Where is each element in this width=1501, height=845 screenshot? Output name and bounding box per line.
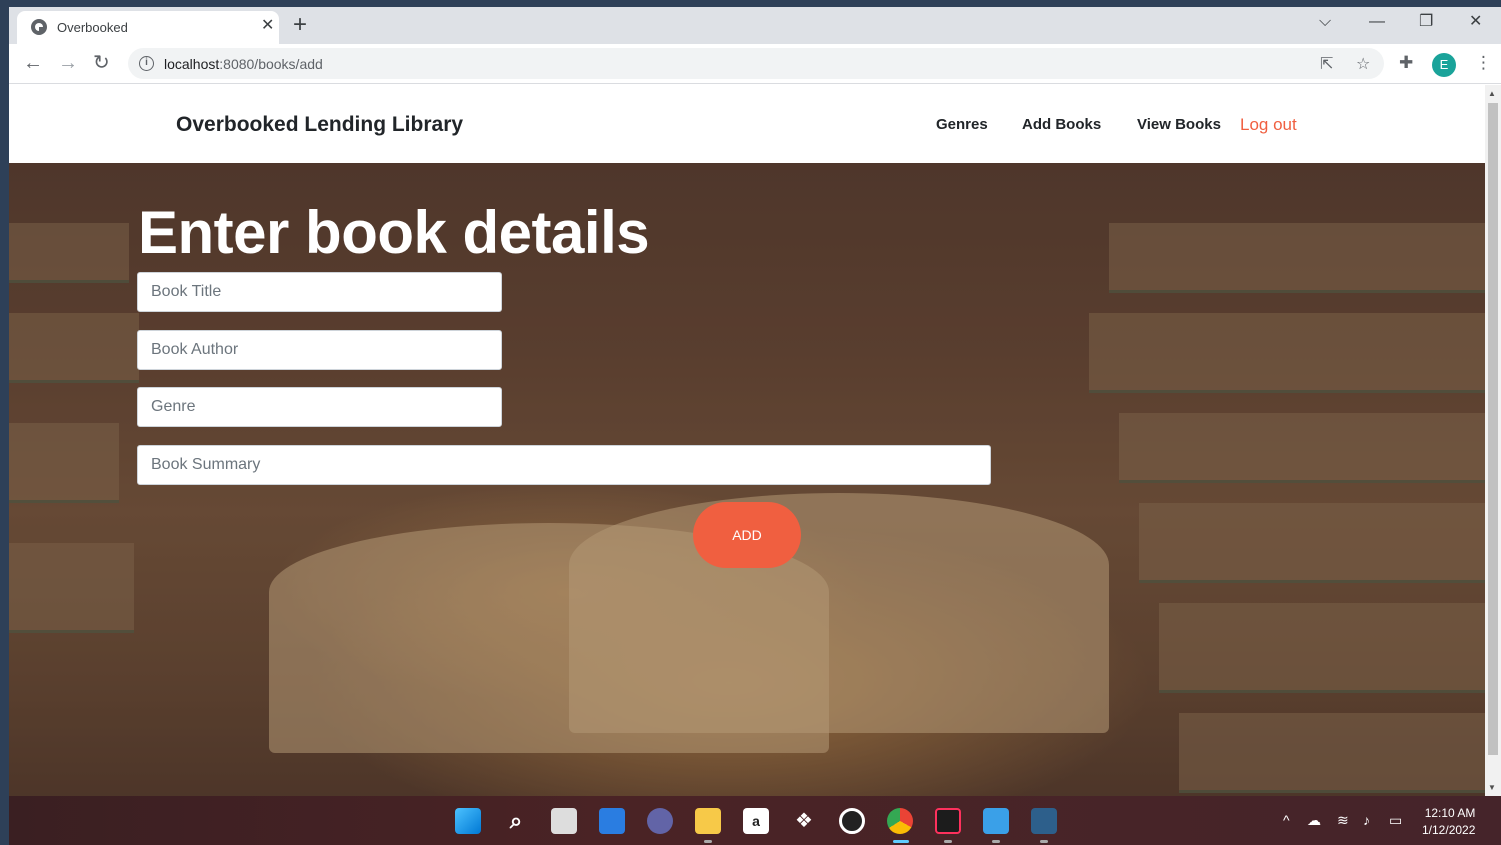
file-explorer-icon[interactable] bbox=[695, 808, 721, 834]
book-summary-input[interactable] bbox=[137, 445, 991, 485]
share-icon[interactable]: ⇱ bbox=[1320, 54, 1333, 74]
web-page: Overbooked Lending Library Genres Add Bo… bbox=[9, 85, 1485, 796]
search-icon[interactable]: ⌕ bbox=[503, 808, 529, 834]
tab-title: Overbooked bbox=[57, 20, 128, 35]
taskbar-indicator bbox=[1040, 840, 1048, 843]
cloud-icon[interactable]: ☁ bbox=[1307, 812, 1321, 829]
taskbar-indicator bbox=[704, 840, 712, 843]
widgets-icon[interactable] bbox=[599, 808, 625, 834]
globe-icon bbox=[31, 19, 47, 35]
intellij-icon[interactable] bbox=[935, 808, 961, 834]
book-title-input[interactable] bbox=[137, 272, 502, 312]
profile-avatar[interactable]: E bbox=[1432, 53, 1456, 77]
nav-link-genres[interactable]: Genres bbox=[936, 116, 988, 133]
start-windows-icon[interactable] bbox=[455, 808, 481, 834]
amazon-icon[interactable]: a bbox=[743, 808, 769, 834]
site-brand[interactable]: Overbooked Lending Library bbox=[176, 113, 463, 137]
url-text: localhost:8080/books/add bbox=[164, 56, 323, 72]
database-tool-icon[interactable] bbox=[1031, 808, 1057, 834]
reload-icon[interactable]: ↻ bbox=[93, 52, 110, 74]
taskbar-indicator bbox=[992, 840, 1000, 843]
windows-taskbar: ⌕ a ❖ ^ ☁ ≋ ♪ ▭ 12:10 AM 1/12/2022 bbox=[9, 796, 1501, 845]
form-heading: Enter book details bbox=[138, 199, 650, 266]
back-arrow-icon[interactable]: ← bbox=[23, 52, 43, 74]
chrome-icon[interactable] bbox=[887, 808, 913, 834]
add-book-button[interactable]: ADD bbox=[693, 502, 801, 568]
task-view-icon[interactable] bbox=[551, 808, 577, 834]
site-navbar: Overbooked Lending Library Genres Add Bo… bbox=[9, 85, 1485, 163]
volume-icon[interactable]: ♪ bbox=[1363, 812, 1370, 828]
chevron-up-icon[interactable]: ^ bbox=[1283, 812, 1290, 828]
minimize-button[interactable]: — bbox=[1369, 13, 1385, 31]
system-clock[interactable]: 12:10 AM 1/12/2022 bbox=[1422, 805, 1475, 839]
chat-icon[interactable] bbox=[647, 808, 673, 834]
scroll-up-arrow-icon[interactable]: ▲ bbox=[1488, 89, 1496, 98]
desktop-edge bbox=[0, 0, 9, 845]
desktop-background bbox=[0, 0, 1501, 7]
nav-link-view-books[interactable]: View Books bbox=[1137, 116, 1221, 133]
close-tab-icon[interactable]: ✕ bbox=[261, 18, 274, 34]
clock-time: 12:10 AM bbox=[1424, 806, 1476, 820]
book-author-input[interactable] bbox=[137, 330, 502, 370]
genre-input[interactable] bbox=[137, 387, 502, 427]
taskbar-indicator bbox=[944, 840, 952, 843]
dropbox-icon[interactable]: ❖ bbox=[791, 808, 817, 834]
logout-link[interactable]: Log out bbox=[1240, 115, 1297, 135]
page-scrollbar[interactable]: ▲ ▼ bbox=[1485, 85, 1501, 796]
tab-search-icon[interactable]: ⌵ bbox=[1319, 13, 1331, 31]
notepad-icon[interactable] bbox=[983, 808, 1009, 834]
scroll-thumb[interactable] bbox=[1488, 103, 1498, 755]
nav-link-add-books[interactable]: Add Books bbox=[1022, 116, 1101, 133]
extensions-icon[interactable]: ✚ bbox=[1399, 53, 1413, 73]
tab-strip: Overbooked ✕ + ⌵ — ❐ ✕ bbox=[9, 7, 1501, 44]
hero-background: Enter book details ADD bbox=[9, 163, 1485, 796]
app-circle-icon[interactable] bbox=[839, 808, 865, 834]
scroll-down-arrow-icon[interactable]: ▼ bbox=[1488, 783, 1496, 792]
browser-window: Overbooked ✕ + ⌵ — ❐ ✕ ← → ↻ i localhost… bbox=[9, 7, 1501, 796]
browser-tab[interactable]: Overbooked ✕ bbox=[17, 11, 279, 44]
restore-button[interactable]: ❐ bbox=[1419, 13, 1433, 31]
clock-date: 1/12/2022 bbox=[1422, 823, 1476, 837]
wifi-icon[interactable]: ≋ bbox=[1337, 812, 1349, 829]
new-tab-button[interactable]: + bbox=[293, 13, 307, 37]
menu-icon[interactable]: ⋮ bbox=[1475, 53, 1492, 73]
browser-toolbar: ← → ↻ i localhost:8080/books/add ⇱ ☆ ✚ E… bbox=[9, 44, 1501, 84]
taskbar-active-indicator bbox=[893, 840, 909, 843]
star-icon[interactable]: ☆ bbox=[1356, 54, 1370, 74]
battery-icon[interactable]: ▭ bbox=[1389, 812, 1402, 829]
close-window-button[interactable]: ✕ bbox=[1469, 13, 1482, 31]
info-icon[interactable]: i bbox=[139, 56, 154, 71]
address-bar[interactable]: i localhost:8080/books/add ⇱ ☆ bbox=[128, 48, 1384, 79]
forward-arrow-icon[interactable]: → bbox=[58, 52, 78, 74]
